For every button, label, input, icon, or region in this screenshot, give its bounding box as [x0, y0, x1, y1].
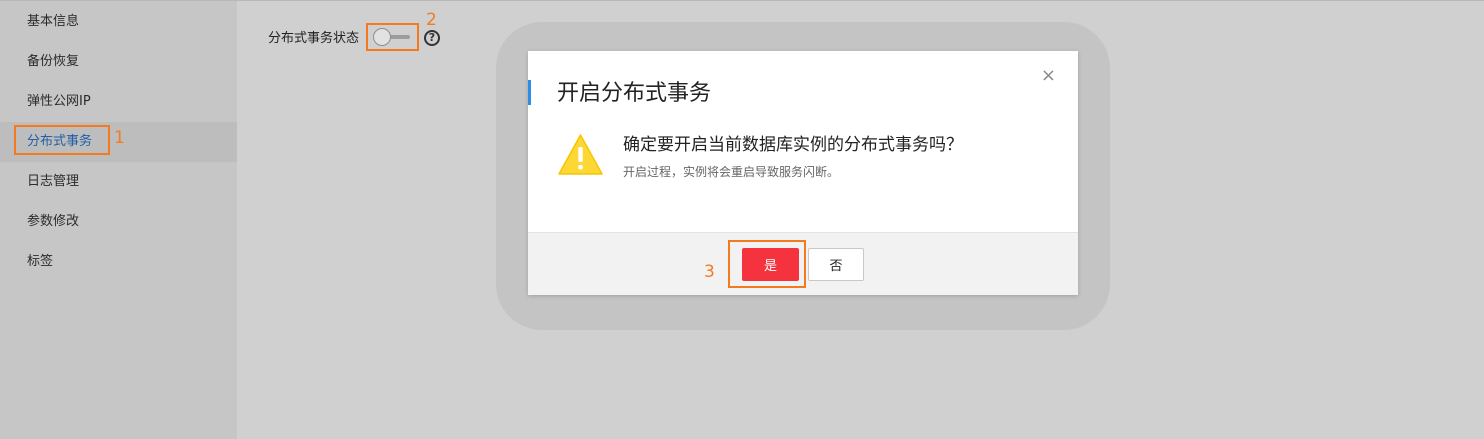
- annotation-number-1: 1: [114, 128, 125, 148]
- dialog-title-accent-bar: [528, 80, 531, 105]
- annotation-box-1: [14, 125, 110, 155]
- annotation-box-3: [728, 240, 806, 288]
- close-icon[interactable]: ×: [1041, 67, 1056, 85]
- sidebar-item-backup-restore[interactable]: 备份恢复: [0, 42, 237, 82]
- sidebar-item-parameter-settings[interactable]: 参数修改: [0, 202, 237, 242]
- sidebar-item-elastic-ip[interactable]: 弹性公网IP: [0, 82, 237, 122]
- warning-triangle-icon: [558, 134, 603, 175]
- annotation-box-2: [366, 23, 419, 51]
- confirm-no-button[interactable]: 否: [808, 248, 864, 281]
- annotation-number-2: 2: [426, 10, 437, 30]
- distributed-transaction-status-label: 分布式事务状态: [268, 31, 360, 46]
- dialog-sub-message: 开启过程，实例将会重启导致服务闪断。: [623, 165, 840, 179]
- sidebar-item-tags[interactable]: 标签: [0, 242, 237, 282]
- annotation-number-3: 3: [704, 262, 715, 282]
- dialog-message: 确定要开启当前数据库实例的分布式事务吗？: [623, 135, 963, 155]
- sidebar: 基本信息 备份恢复 弹性公网IP 分布式事务 日志管理 参数修改 标签: [0, 0, 237, 439]
- sidebar-item-log-management[interactable]: 日志管理: [0, 162, 237, 202]
- sidebar-item-basic-info[interactable]: 基本信息: [0, 2, 237, 42]
- dialog-title: 开启分布式事务: [557, 81, 712, 106]
- question-circle-icon[interactable]: ?: [424, 30, 440, 46]
